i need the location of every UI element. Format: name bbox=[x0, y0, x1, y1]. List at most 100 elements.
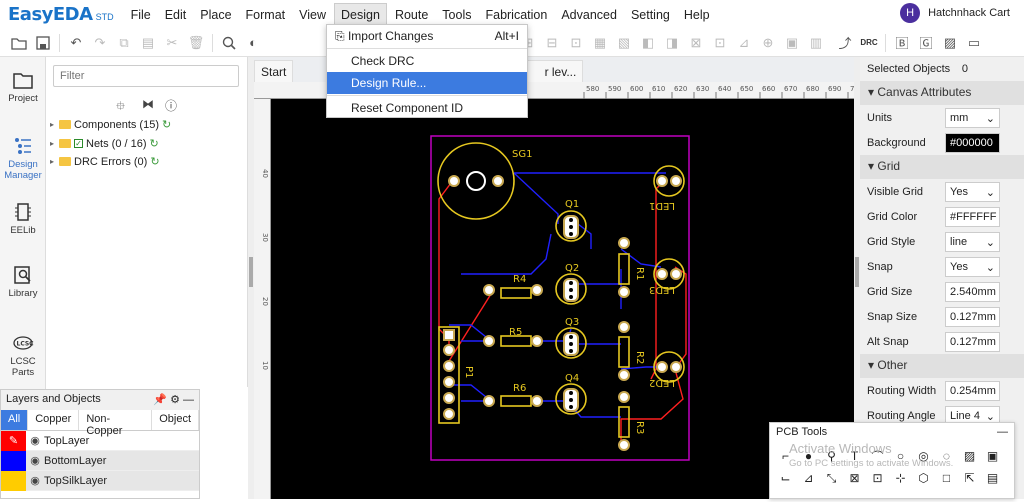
tab-object[interactable]: Object bbox=[152, 410, 199, 430]
undo-icon[interactable]: ↶ bbox=[65, 32, 87, 54]
refresh-icon[interactable]: ↻ bbox=[162, 118, 171, 131]
gear-icon[interactable]: ⚙ bbox=[170, 394, 180, 406]
flip-icon[interactable]: ⊟ bbox=[541, 32, 563, 54]
send-back-icon[interactable]: ⊡ bbox=[709, 32, 731, 54]
delete-icon[interactable]: 🗑 bbox=[185, 32, 207, 54]
layer-icon[interactable]: ▥ bbox=[805, 32, 827, 54]
menu-item-design-rule[interactable]: Design Rule... bbox=[327, 72, 527, 94]
info-icon[interactable]: ⓘ bbox=[165, 97, 177, 114]
section-canvas[interactable]: ▾ Canvas Attributes bbox=[860, 81, 1024, 105]
copy-icon[interactable]: ⧉ bbox=[113, 32, 135, 54]
ungroup-icon[interactable]: ▧ bbox=[613, 32, 635, 54]
background-color-field[interactable]: #000000 bbox=[945, 132, 1000, 153]
snap-icon[interactable]: ⊕ bbox=[757, 32, 779, 54]
pcb-drawing[interactable]: SG1 Q1 Q2 Q3 Q4 R1 R2 R3 R4 R5 R6 LED1 L… bbox=[271, 99, 854, 499]
menu-item-check-drc[interactable]: Check DRC bbox=[327, 50, 527, 72]
open-folder-icon[interactable] bbox=[8, 32, 30, 54]
save-icon[interactable] bbox=[32, 32, 54, 54]
tab-all[interactable]: All bbox=[1, 410, 29, 430]
polygon-tool-icon[interactable]: ⬡ bbox=[912, 467, 935, 489]
nav-design-manager[interactable]: Design Manager bbox=[0, 135, 46, 181]
menu-file[interactable]: File bbox=[125, 4, 157, 26]
cut-icon[interactable]: ✂ bbox=[161, 32, 183, 54]
menu-design[interactable]: Design bbox=[334, 2, 387, 27]
layer-row-topsilklayer[interactable]: ◉ TopSilkLayer bbox=[1, 470, 199, 491]
eye-icon[interactable]: ◉ bbox=[26, 454, 44, 467]
unlock-icon[interactable]: ◨ bbox=[661, 32, 683, 54]
net-icon[interactable]: ⧓ bbox=[142, 97, 154, 111]
expand-arrow-icon[interactable]: ▸ bbox=[50, 139, 59, 148]
bring-front-icon[interactable]: ⊠ bbox=[685, 32, 707, 54]
tree-components[interactable]: ▸ Components (15) ↻ bbox=[50, 118, 171, 132]
grid-size-field[interactable]: 2.540mm bbox=[945, 281, 1000, 302]
routing-width-field[interactable]: 0.254mm bbox=[945, 380, 1000, 401]
connect-tool-icon[interactable]: ⌙ bbox=[774, 467, 797, 489]
rect-tool-icon[interactable]: ⊠ bbox=[843, 467, 866, 489]
tab-non-copper[interactable]: Non-Copper bbox=[79, 410, 153, 437]
eye-icon[interactable]: ◉ bbox=[26, 474, 44, 487]
menu-advanced[interactable]: Advanced bbox=[555, 4, 623, 26]
user-menu[interactable]: H Hatchnhack Cart bbox=[900, 3, 1010, 23]
grid-style-select[interactable]: line ⌄ bbox=[945, 231, 1000, 252]
menu-place[interactable]: Place bbox=[194, 4, 237, 26]
paste-icon[interactable]: ▤ bbox=[137, 32, 159, 54]
image-tool-icon[interactable]: ▣ bbox=[981, 445, 1004, 467]
tree-nets[interactable]: ▸ ✓ Nets (0 / 16) ↻ bbox=[50, 137, 159, 151]
crossprobe-icon[interactable]: ◐ bbox=[242, 32, 264, 54]
route-icon[interactable]: ⤴ bbox=[834, 32, 856, 54]
group-tool-icon[interactable]: ⊡ bbox=[866, 467, 889, 489]
photo-tool-icon[interactable]: ▤ bbox=[981, 467, 1004, 489]
solid-region-icon[interactable]: ▨ bbox=[958, 445, 981, 467]
redo-icon[interactable]: ↷ bbox=[89, 32, 111, 54]
rectangle-tool-icon[interactable]: □ bbox=[935, 467, 958, 489]
menu-fabrication[interactable]: Fabrication bbox=[479, 4, 553, 26]
lock-icon[interactable]: ◧ bbox=[637, 32, 659, 54]
more-icon[interactable]: ▭ bbox=[963, 32, 985, 54]
visible-grid-select[interactable]: Yes ⌄ bbox=[945, 181, 1000, 202]
eye-icon[interactable]: ◉ bbox=[26, 434, 44, 447]
collapse-handle[interactable] bbox=[249, 257, 253, 287]
drc-button[interactable]: DRC bbox=[858, 32, 880, 54]
measure-icon[interactable]: ⊿ bbox=[733, 32, 755, 54]
snap-size-field[interactable]: 0.127mm bbox=[945, 306, 1000, 327]
expand-arrow-icon[interactable]: ▸ bbox=[50, 157, 59, 166]
menu-view[interactable]: View bbox=[293, 4, 332, 26]
collapse-handle[interactable] bbox=[855, 257, 859, 287]
component-icon[interactable]: ⯐ bbox=[116, 97, 125, 118]
minimize-icon[interactable]: — bbox=[183, 394, 194, 406]
section-grid[interactable]: ▾ Grid bbox=[860, 155, 1024, 179]
prototype-tool-icon[interactable]: ⤡ bbox=[820, 467, 843, 489]
grid-color-field[interactable]: #FFFFFF bbox=[945, 206, 1000, 227]
canvas-origin-icon[interactable]: ⊹ bbox=[889, 467, 912, 489]
snap-select[interactable]: Yes ⌄ bbox=[945, 256, 1000, 277]
gerber-icon[interactable]: 🄶 bbox=[915, 32, 937, 54]
nav-project[interactable]: Project bbox=[0, 69, 46, 104]
grid-icon[interactable]: ▣ bbox=[781, 32, 803, 54]
refresh-icon[interactable]: ↻ bbox=[150, 155, 159, 168]
app-logo[interactable]: EasyEDA STD bbox=[8, 4, 114, 25]
nav-library[interactable]: Library bbox=[0, 264, 46, 299]
tab-start[interactable]: Start bbox=[254, 60, 294, 82]
menu-route[interactable]: Route bbox=[389, 4, 434, 26]
menu-setting[interactable]: Setting bbox=[625, 4, 676, 26]
menu-edit[interactable]: Edit bbox=[159, 4, 193, 26]
group-icon[interactable]: ▦ bbox=[589, 32, 611, 54]
export-image-icon[interactable]: ▨ bbox=[939, 32, 961, 54]
search-icon[interactable] bbox=[218, 32, 240, 54]
menu-item-reset-component-id[interactable]: Reset Component ID bbox=[327, 97, 527, 119]
refresh-icon[interactable]: ↻ bbox=[150, 137, 159, 150]
expand-arrow-icon[interactable]: ▸ bbox=[50, 120, 59, 129]
alt-snap-field[interactable]: 0.127mm bbox=[945, 331, 1000, 352]
layer-row-bottomlayer[interactable]: ◉ BottomLayer bbox=[1, 450, 199, 471]
pin-icon[interactable]: 📌 bbox=[153, 394, 167, 406]
menu-help[interactable]: Help bbox=[678, 4, 716, 26]
layer-color-swatch[interactable] bbox=[1, 450, 26, 471]
menu-format[interactable]: Format bbox=[240, 4, 292, 26]
units-select[interactable]: mm ⌄ bbox=[945, 107, 1000, 128]
nav-lcsc-parts[interactable]: LCSC LCSC Parts bbox=[0, 332, 46, 378]
menu-tools[interactable]: Tools bbox=[436, 4, 477, 26]
minimize-icon[interactable]: — bbox=[997, 426, 1008, 440]
nav-eelib[interactable]: EELib bbox=[0, 201, 46, 236]
pcb-board[interactable]: SG1 Q1 Q2 Q3 Q4 R1 R2 R3 R4 R5 R6 LED1 L… bbox=[271, 99, 854, 499]
pencil-icon[interactable]: ✎ bbox=[1, 430, 26, 451]
